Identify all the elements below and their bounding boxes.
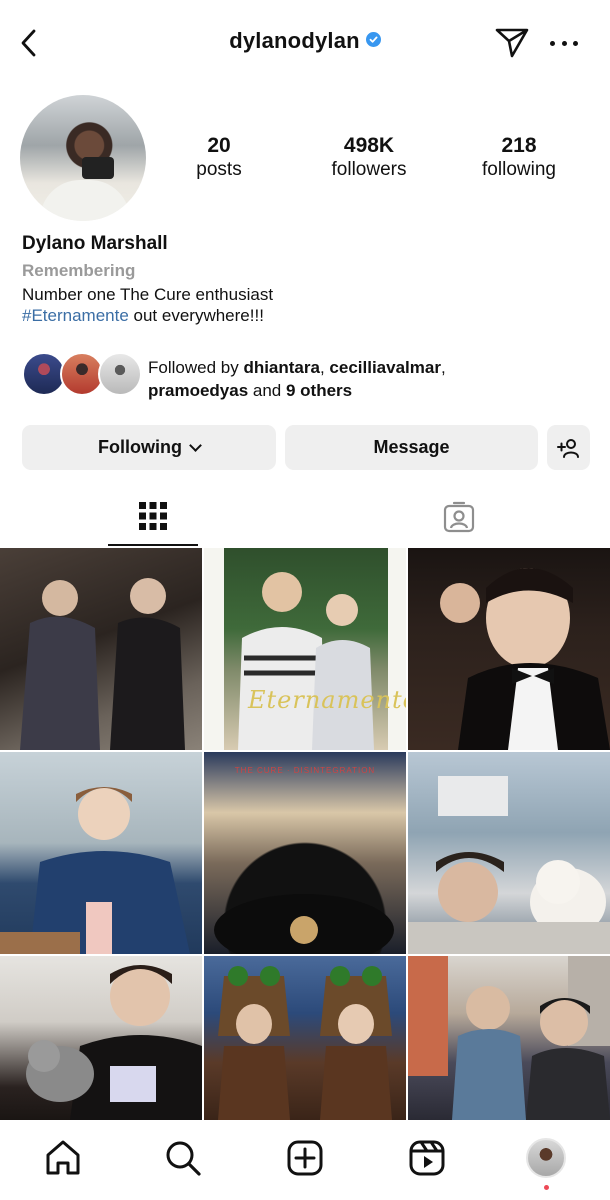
following-count-label: following xyxy=(482,159,556,180)
post-image xyxy=(408,956,610,1120)
mutual-follower-name: dhiantara xyxy=(243,358,320,377)
direct-message-button[interactable] xyxy=(494,24,530,60)
bio-line: #Eternamente out everywhere!!! xyxy=(22,305,592,326)
reels-icon xyxy=(409,1140,445,1176)
home-icon xyxy=(46,1140,80,1175)
followers-count-label: followers xyxy=(331,159,407,180)
avatar-shirt-shape xyxy=(40,180,130,221)
profile-avatar[interactable] xyxy=(20,95,146,221)
tab-tagged[interactable] xyxy=(414,488,504,546)
verified-badge-icon xyxy=(365,32,381,47)
poster-title: Eternamente xyxy=(248,686,406,714)
grid-icon xyxy=(139,502,167,530)
post-image xyxy=(408,776,610,954)
post-thumbnail[interactable] xyxy=(408,956,610,1120)
tagged-person-icon xyxy=(443,501,475,533)
profile-bio: Dylano Marshall Remembering Number one T… xyxy=(22,232,592,326)
nav-profile[interactable] xyxy=(526,1138,566,1178)
more-dot-icon xyxy=(550,40,555,46)
nav-create[interactable] xyxy=(285,1138,325,1178)
suggested-users-button[interactable] xyxy=(547,425,590,470)
followed-by-section[interactable]: Followed by dhiantara, cecilliavalmar, pr… xyxy=(22,352,592,402)
post-thumbnail[interactable] xyxy=(0,752,202,954)
separator: , xyxy=(440,358,446,377)
more-options-button[interactable] xyxy=(550,38,578,48)
bio-hashtag-link[interactable]: #Eternamente xyxy=(22,306,129,325)
search-icon xyxy=(166,1141,201,1176)
posts-count-label: posts xyxy=(196,159,242,180)
mutual-follower-name: cecilliavalmar xyxy=(329,358,441,377)
top-bar: dylanodylan xyxy=(0,0,610,88)
tab-posts-grid[interactable] xyxy=(108,488,198,546)
followers-count-value: 498K xyxy=(343,134,395,157)
followed-by-prefix: Followed by xyxy=(148,358,244,377)
message-button[interactable]: Message xyxy=(285,425,538,470)
mutual-follower-name: pramoedyas xyxy=(148,381,249,400)
create-post-icon xyxy=(287,1140,323,1176)
notification-dot xyxy=(544,1185,549,1190)
post-image xyxy=(26,965,202,1120)
post-image xyxy=(214,894,394,954)
following-count[interactable]: 218 following xyxy=(454,134,584,182)
post-thumbnail[interactable] xyxy=(408,752,610,954)
nav-search[interactable] xyxy=(163,1138,203,1178)
followed-by-text: Followed by dhiantara, cecilliavalmar, pr… xyxy=(148,356,446,402)
chevron-down-icon xyxy=(189,438,202,452)
bottom-navigation xyxy=(0,1122,610,1200)
followed-by-others: 9 others xyxy=(285,381,353,400)
post-image xyxy=(218,966,392,1120)
username: dylanodylan xyxy=(229,28,360,53)
post-image xyxy=(238,572,374,750)
following-count-value: 218 xyxy=(501,134,537,157)
post-thumbnail[interactable] xyxy=(0,548,202,750)
post-thumbnail[interactable]: THE CURE · DISINTEGRATION xyxy=(204,752,406,954)
following-button[interactable]: Following xyxy=(22,425,276,470)
followed-by-and: and xyxy=(248,381,286,400)
posts-grid: Eternamente THE CURE · DISINTEGRATION xyxy=(0,548,610,1120)
add-person-icon xyxy=(556,438,579,458)
followers-count[interactable]: 498K followers xyxy=(304,134,434,182)
separator: , xyxy=(319,358,330,377)
profile-category: Remembering xyxy=(22,261,136,280)
post-image xyxy=(440,568,610,750)
more-dot-icon xyxy=(561,40,567,46)
nav-home[interactable] xyxy=(43,1138,83,1178)
posts-count-value: 20 xyxy=(207,134,231,157)
avatar-camera-shape xyxy=(82,157,114,179)
posts-count[interactable]: 20 posts xyxy=(154,134,284,182)
nav-reels[interactable] xyxy=(407,1138,447,1178)
profile-avatar-icon xyxy=(526,1138,566,1178)
message-button-label: Message xyxy=(373,437,450,457)
more-dot-icon xyxy=(573,40,578,46)
mutual-follower-avatar xyxy=(98,352,142,396)
paper-plane-icon xyxy=(495,28,529,58)
post-thumbnail[interactable] xyxy=(0,956,202,1120)
album-title: THE CURE · DISINTEGRATION xyxy=(234,766,376,775)
movie-poster: Eternamente xyxy=(224,548,406,750)
bio-line-text: out everywhere!!! xyxy=(128,306,264,325)
post-thumbnail[interactable]: Eternamente xyxy=(204,548,406,750)
bio-line: Number one The Cure enthusiast xyxy=(22,285,274,304)
following-button-label: Following xyxy=(98,437,182,457)
post-image xyxy=(20,578,185,750)
display-name: Dylano Marshall xyxy=(22,233,168,254)
post-image xyxy=(0,787,190,954)
post-thumbnail[interactable] xyxy=(204,956,406,1120)
post-thumbnail[interactable] xyxy=(408,548,610,750)
